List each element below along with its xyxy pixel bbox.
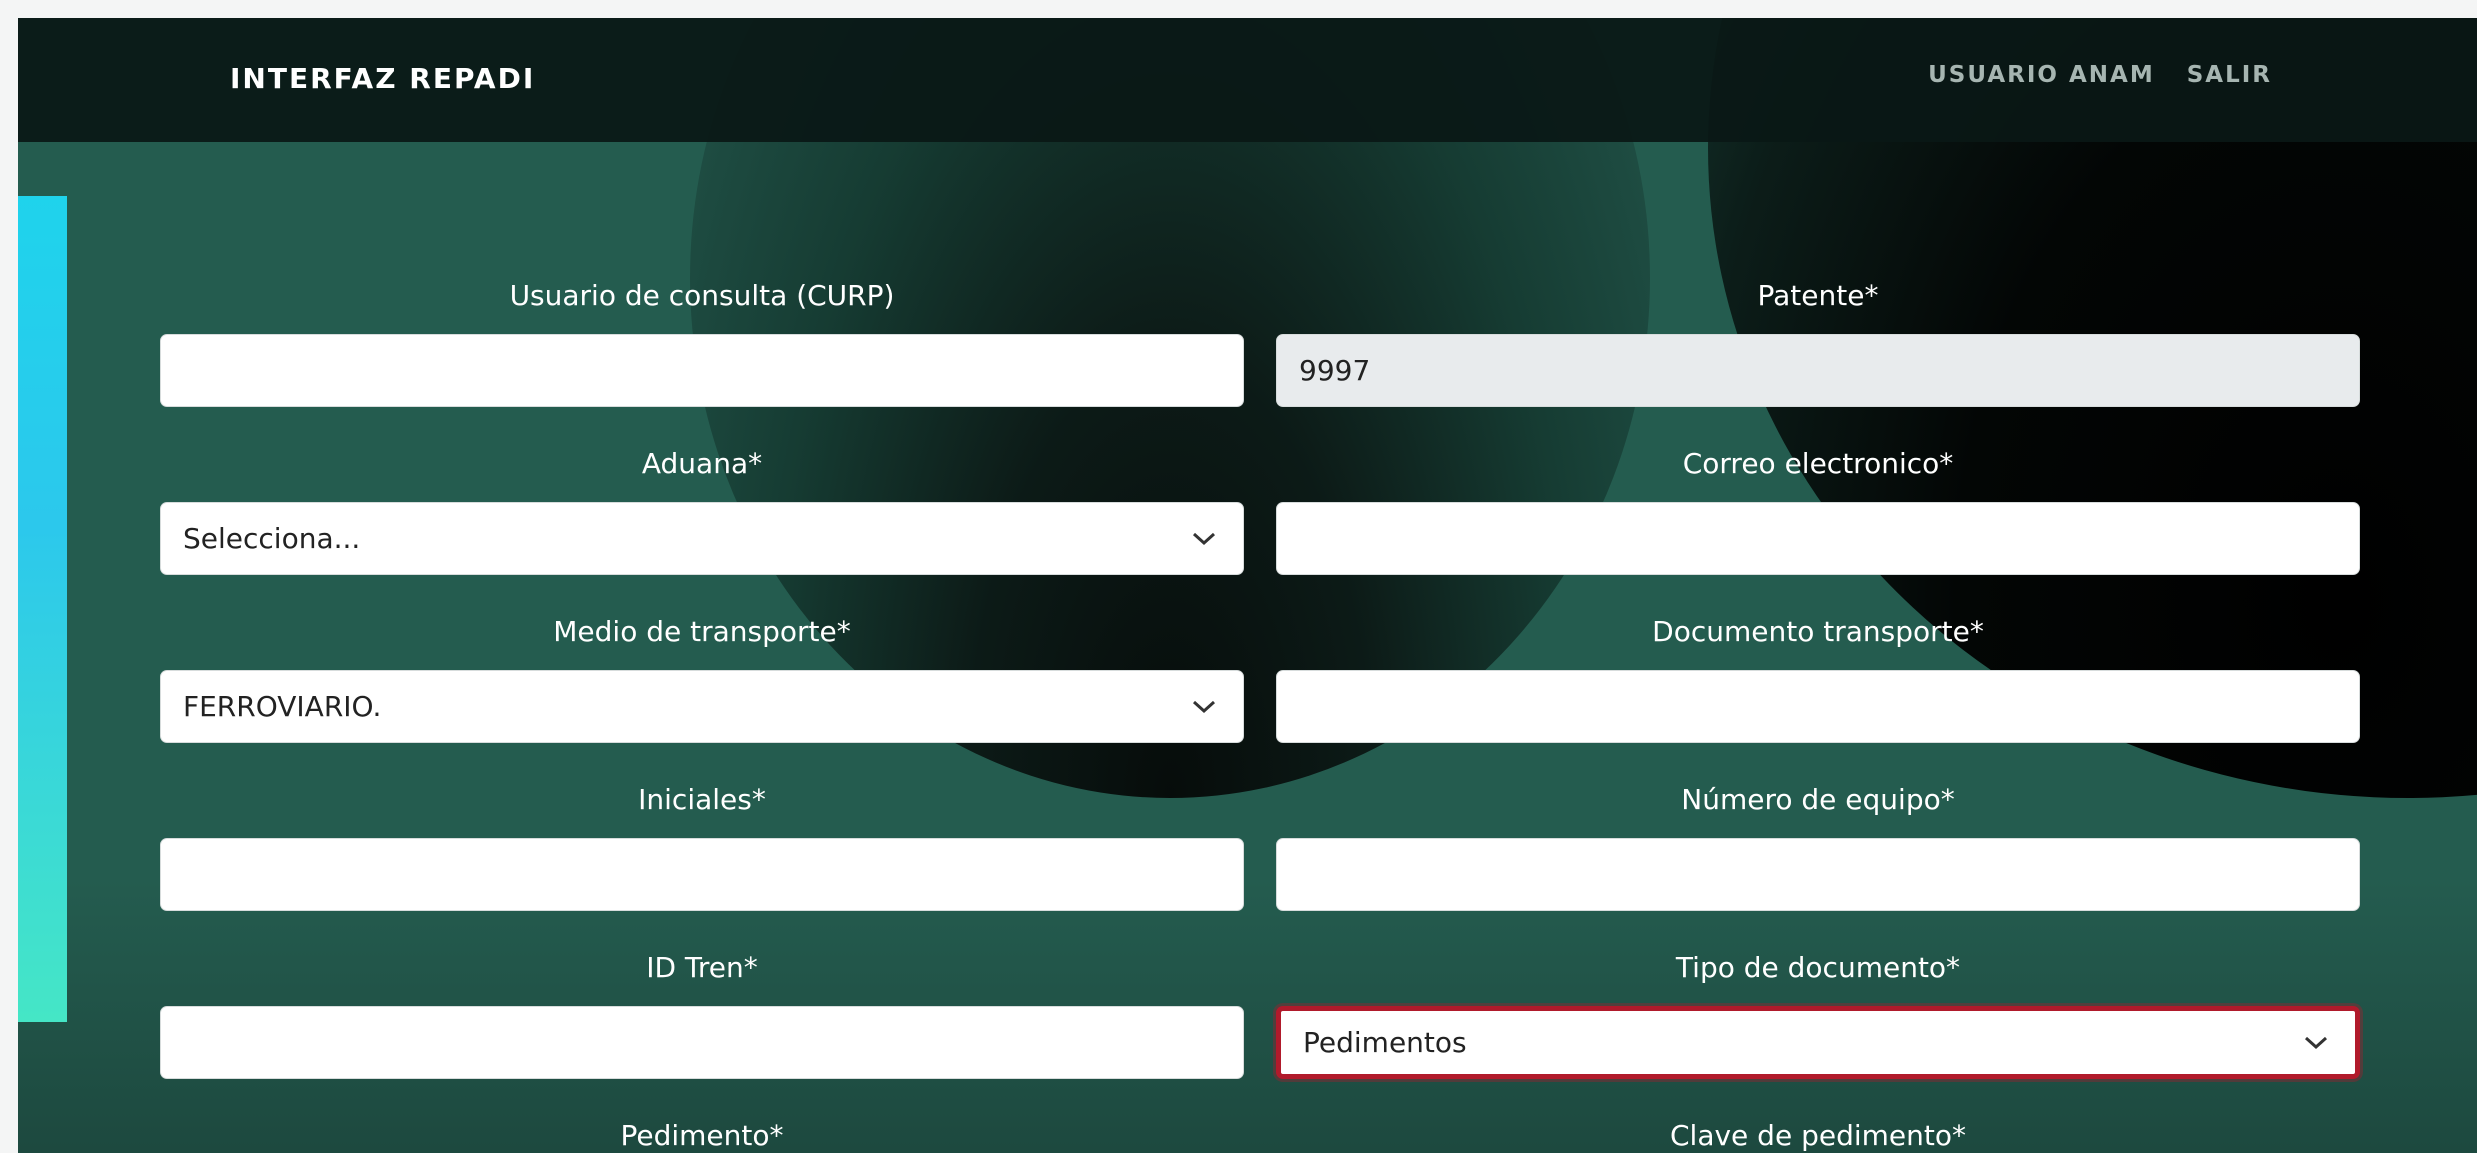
pedimento-field-group: Pedimento* bbox=[160, 1118, 1244, 1153]
iniciales-input[interactable] bbox=[160, 838, 1244, 911]
documento-transporte-field-group: Documento transporte* bbox=[1276, 614, 2360, 743]
chevron-down-icon bbox=[1191, 699, 1217, 715]
user-menu-link[interactable]: USUARIO ANAM bbox=[1928, 62, 2155, 88]
documento-transporte-label: Documento transporte* bbox=[1652, 615, 1984, 648]
numero-equipo-label: Número de equipo* bbox=[1681, 783, 1955, 816]
id-tren-input[interactable] bbox=[160, 1006, 1244, 1079]
clave-pedimento-label: Clave de pedimento* bbox=[1670, 1119, 1966, 1152]
nav-links: USUARIO ANAM SALIR bbox=[1928, 62, 2272, 88]
correo-input[interactable] bbox=[1276, 502, 2360, 575]
patente-field-group: Patente* 9997 bbox=[1276, 278, 2360, 407]
chevron-down-icon bbox=[1191, 531, 1217, 547]
curp-field-group: Usuario de consulta (CURP) bbox=[160, 278, 1244, 407]
pedimento-label: Pedimento* bbox=[620, 1119, 784, 1152]
brand-title[interactable]: INTERFAZ REPADI bbox=[230, 62, 535, 95]
medio-transporte-label: Medio de transporte* bbox=[553, 615, 851, 648]
curp-input[interactable] bbox=[160, 334, 1244, 407]
curp-label: Usuario de consulta (CURP) bbox=[509, 279, 895, 312]
numero-equipo-field-group: Número de equipo* bbox=[1276, 782, 2360, 911]
top-navbar: INTERFAZ REPADI USUARIO ANAM SALIR bbox=[18, 18, 2477, 142]
medio-transporte-selected-value: FERROVIARIO. bbox=[183, 690, 382, 723]
id-tren-field-group: ID Tren* bbox=[160, 950, 1244, 1079]
patente-input[interactable]: 9997 bbox=[1276, 334, 2360, 407]
side-accent-bar bbox=[18, 196, 67, 1022]
medio-transporte-field-group: Medio de transporte* FERROVIARIO. bbox=[160, 614, 1244, 743]
app-window: INTERFAZ REPADI USUARIO ANAM SALIR Usuar… bbox=[18, 18, 2477, 1153]
clave-pedimento-field-group: Clave de pedimento* bbox=[1276, 1118, 2360, 1153]
logout-link[interactable]: SALIR bbox=[2187, 62, 2272, 88]
numero-equipo-input[interactable] bbox=[1276, 838, 2360, 911]
tipo-documento-selected-value: Pedimentos bbox=[1303, 1026, 1467, 1059]
tipo-documento-field-group: Tipo de documento* Pedimentos bbox=[1276, 950, 2360, 1079]
iniciales-field-group: Iniciales* bbox=[160, 782, 1244, 911]
correo-field-group: Correo electronico* bbox=[1276, 446, 2360, 575]
medio-transporte-select[interactable]: FERROVIARIO. bbox=[160, 670, 1244, 743]
aduana-field-group: Aduana* Selecciona... bbox=[160, 446, 1244, 575]
id-tren-label: ID Tren* bbox=[646, 951, 758, 984]
patente-label: Patente* bbox=[1757, 279, 1879, 312]
tipo-documento-select[interactable]: Pedimentos bbox=[1276, 1006, 2360, 1079]
aduana-label: Aduana* bbox=[641, 447, 763, 480]
tipo-documento-label: Tipo de documento* bbox=[1675, 951, 1961, 984]
aduana-select[interactable]: Selecciona... bbox=[160, 502, 1244, 575]
correo-label: Correo electronico* bbox=[1682, 447, 1954, 480]
chevron-down-icon bbox=[2303, 1035, 2329, 1051]
documento-transporte-input[interactable] bbox=[1276, 670, 2360, 743]
aduana-selected-value: Selecciona... bbox=[183, 522, 361, 555]
iniciales-label: Iniciales* bbox=[638, 783, 766, 816]
